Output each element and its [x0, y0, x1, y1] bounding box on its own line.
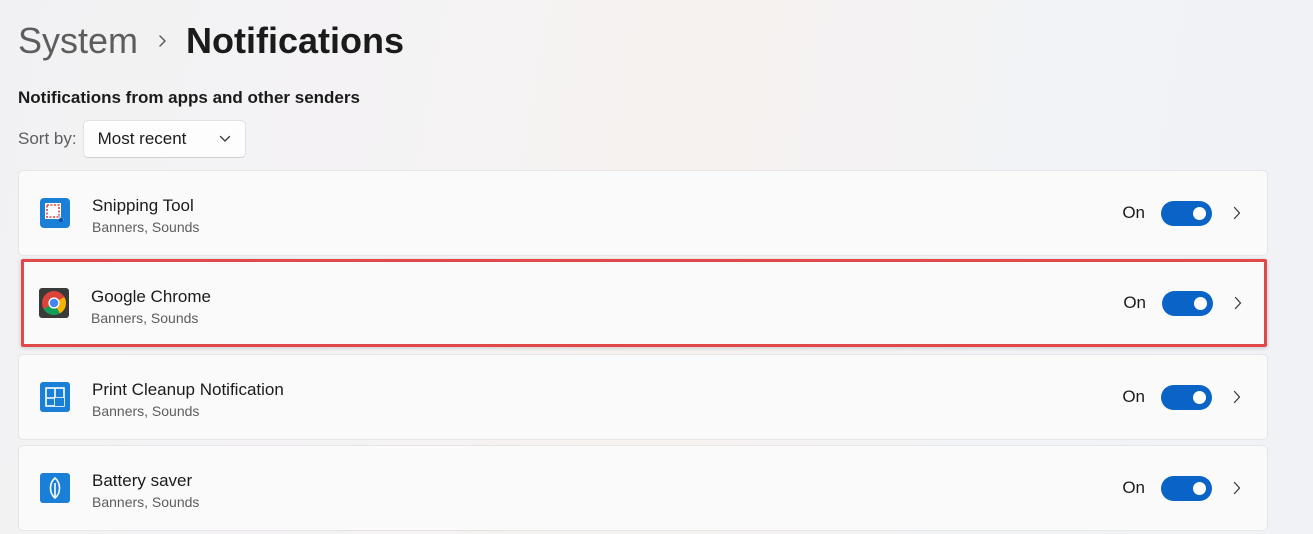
chevron-right-icon — [138, 34, 186, 48]
notification-toggle-battery-saver[interactable] — [1161, 475, 1212, 501]
toggle-knob — [1193, 390, 1206, 404]
app-name: Snipping Tool — [92, 196, 194, 215]
toggle-knob — [1193, 481, 1206, 495]
app-notification-row-google-chrome[interactable]: Google Chrome Banners, Sounds On — [21, 259, 1267, 347]
notification-toggle-snipping-tool[interactable] — [1161, 200, 1212, 226]
app-name: Print Cleanup Notification — [92, 380, 284, 399]
chrome-icon — [38, 287, 70, 319]
breadcrumb-system[interactable]: System — [18, 20, 138, 62]
toggle-state-label: On — [1122, 387, 1145, 406]
sort-dropdown-value: Most recent — [97, 129, 187, 148]
chevron-right-icon[interactable] — [1230, 295, 1246, 311]
toggle-state-label: On — [1123, 293, 1146, 312]
app-notification-details: Banners, Sounds — [92, 494, 200, 510]
app-notification-row-snipping-tool[interactable]: Snipping Tool Banners, Sounds On — [18, 170, 1268, 256]
toggle-state-label: On — [1122, 203, 1145, 222]
chevron-down-icon — [219, 130, 231, 148]
chevron-right-icon[interactable] — [1229, 389, 1245, 405]
sort-label: Sort by: — [18, 129, 77, 148]
toggle-knob — [1193, 206, 1206, 220]
battery-saver-icon — [39, 472, 71, 504]
page-title: Notifications — [186, 20, 405, 61]
app-notification-details: Banners, Sounds — [92, 403, 200, 419]
toggle-state-label: On — [1122, 478, 1145, 497]
app-notification-row-battery-saver[interactable]: Battery saver Banners, Sounds On — [18, 445, 1268, 531]
app-notification-row-print-cleanup[interactable]: Print Cleanup Notification Banners, Soun… — [18, 354, 1268, 440]
app-name: Google Chrome — [91, 287, 212, 306]
notification-toggle-print-cleanup[interactable] — [1161, 384, 1212, 410]
section-heading: Notifications from apps and other sender… — [18, 88, 360, 107]
print-cleanup-icon — [39, 381, 71, 413]
sort-row: Sort by: Most recent — [18, 120, 246, 158]
app-name: Battery saver — [92, 471, 193, 490]
chevron-right-icon[interactable] — [1229, 480, 1245, 496]
app-notification-details: Banners, Sounds — [91, 310, 199, 326]
snipping-tool-icon — [39, 197, 71, 229]
sort-dropdown[interactable]: Most recent — [82, 120, 246, 158]
breadcrumb: System Notifications — [18, 17, 404, 65]
notification-toggle-google-chrome[interactable] — [1162, 290, 1213, 316]
chevron-right-icon[interactable] — [1229, 205, 1245, 221]
toggle-knob — [1194, 296, 1207, 310]
app-notification-details: Banners, Sounds — [92, 219, 200, 235]
